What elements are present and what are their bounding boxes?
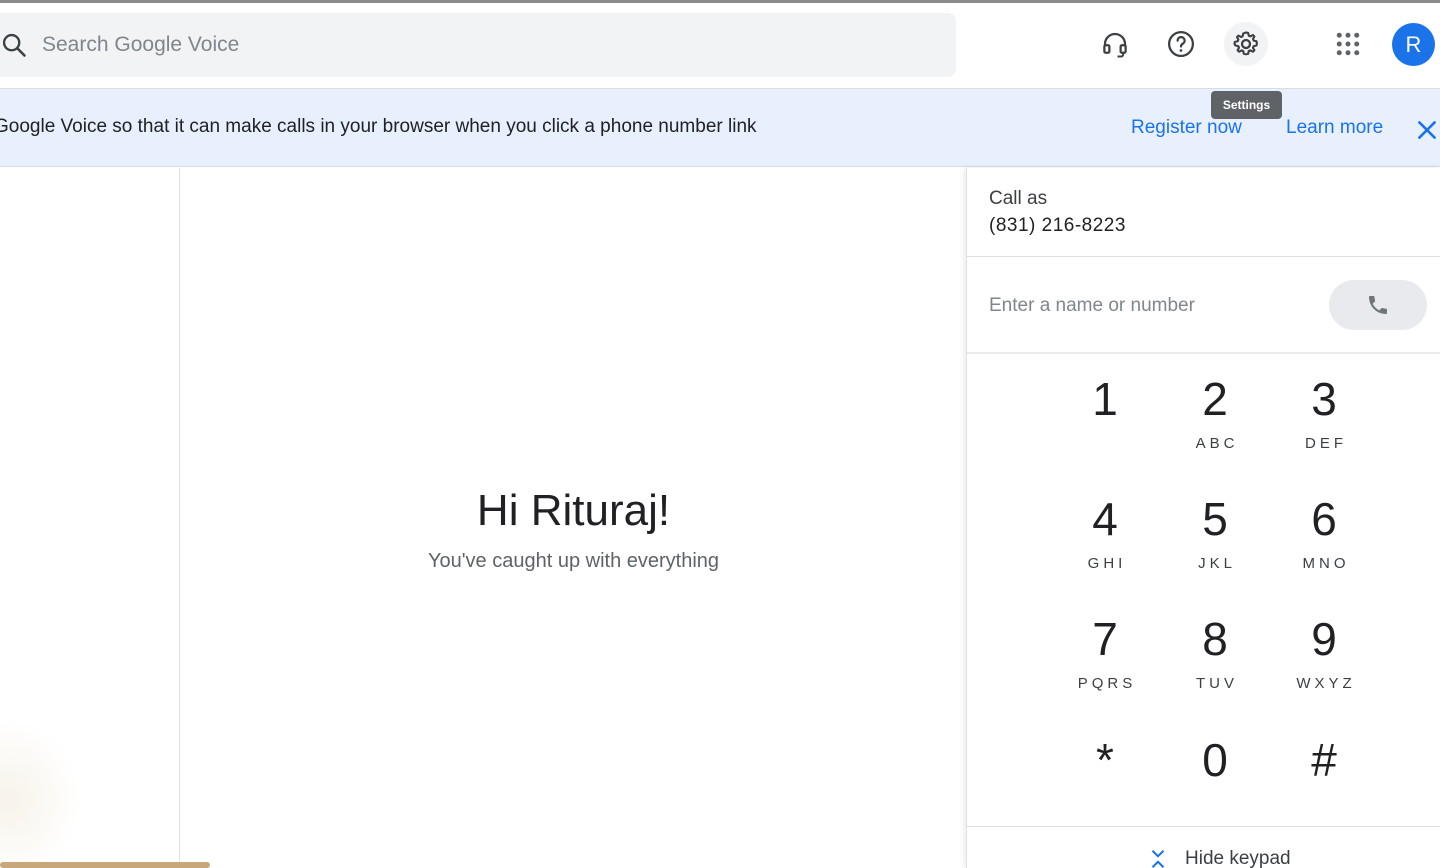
key-letters: GHI — [1087, 555, 1127, 572]
call-as-number[interactable]: (831) 216-8223 — [989, 215, 1126, 237]
keypad-key-9[interactable]: 9 WXYZ — [1274, 613, 1374, 713]
banner-message: Google Voice so that it can make calls i… — [0, 116, 757, 137]
apps-button[interactable] — [1326, 22, 1370, 66]
key-digit: 8 — [1202, 613, 1228, 665]
dialer-panel: Call as (831) 216-8223 1 2 ABC 3 DEF 4 G… — [966, 168, 1440, 868]
settings-icon — [1233, 31, 1258, 56]
keypad-key-star[interactable]: * — [1055, 734, 1155, 834]
key-digit: 7 — [1092, 613, 1118, 665]
key-digit: 1 — [1092, 373, 1118, 425]
call-as-label: Call as — [989, 188, 1048, 209]
account-avatar[interactable]: R — [1392, 23, 1435, 66]
search-icon[interactable] — [0, 31, 28, 59]
register-now-link[interactable]: Register now — [1131, 117, 1242, 139]
key-digit: 3 — [1311, 373, 1337, 425]
greeting-title: Hi Rituraj! — [476, 486, 671, 535]
search-input[interactable] — [42, 21, 902, 69]
keypad-key-4[interactable]: 4 GHI — [1055, 493, 1155, 593]
key-digit: # — [1311, 734, 1337, 786]
key-digit: 0 — [1202, 734, 1228, 786]
key-digit: 4 — [1092, 493, 1118, 545]
key-letters: DEF — [1305, 435, 1347, 452]
help-button[interactable] — [1159, 22, 1203, 66]
keypad-key-5[interactable]: 5 JKL — [1165, 493, 1265, 593]
call-button[interactable] — [1329, 280, 1427, 330]
keypad-key-0[interactable]: 0 — [1165, 734, 1265, 834]
apps-icon — [1336, 32, 1360, 56]
key-letters: ABC — [1195, 435, 1239, 452]
avatar-initial: R — [1405, 31, 1422, 57]
keypad-key-1[interactable]: 1 — [1055, 373, 1155, 473]
keypad-key-3[interactable]: 3 DEF — [1274, 373, 1374, 473]
key-letters: TUV — [1196, 675, 1238, 692]
key-digit: 6 — [1311, 493, 1337, 545]
collapse-icon — [1151, 850, 1165, 868]
help-icon — [1168, 31, 1194, 57]
key-digit: 9 — [1311, 613, 1337, 665]
key-letters: JKL — [1198, 555, 1236, 572]
main-content: Hi Rituraj! You've caught up with everyt… — [181, 168, 966, 868]
search-bar[interactable] — [0, 13, 956, 77]
keypad-key-6[interactable]: 6 MNO — [1274, 493, 1374, 593]
greeting-subtext: You've caught up with everything — [427, 550, 720, 572]
learn-more-link[interactable]: Learn more — [1286, 117, 1383, 139]
hide-keypad-label: Hide keypad — [1185, 848, 1291, 868]
keypad-key-8[interactable]: 8 TUV — [1165, 613, 1265, 713]
settings-tooltip: Settings — [1211, 91, 1282, 119]
phone-icon — [1369, 296, 1387, 314]
hide-keypad-button[interactable]: Hide keypad — [1147, 848, 1291, 868]
key-digit: 5 — [1202, 493, 1228, 545]
app-header: R — [0, 3, 1440, 88]
keypad-key-hash[interactable]: # — [1274, 734, 1374, 834]
key-letters: MNO — [1302, 555, 1350, 572]
settings-button[interactable] — [1224, 22, 1268, 66]
key-digit: 2 — [1202, 373, 1228, 425]
dial-number-input[interactable] — [989, 288, 1309, 324]
support-button[interactable] — [1093, 22, 1137, 66]
divider — [967, 256, 1440, 257]
divider — [967, 826, 1440, 827]
divider — [967, 352, 1440, 354]
support-icon — [1103, 32, 1127, 58]
keypad-key-2[interactable]: 2 ABC — [1165, 373, 1265, 473]
key-digit: * — [1096, 734, 1114, 786]
close-icon[interactable] — [1414, 117, 1440, 143]
bottom-accent-bar — [0, 862, 210, 868]
key-letters: WXYZ — [1296, 675, 1356, 692]
keypad-key-7[interactable]: 7 PQRS — [1055, 613, 1155, 713]
key-letters: PQRS — [1077, 675, 1137, 692]
